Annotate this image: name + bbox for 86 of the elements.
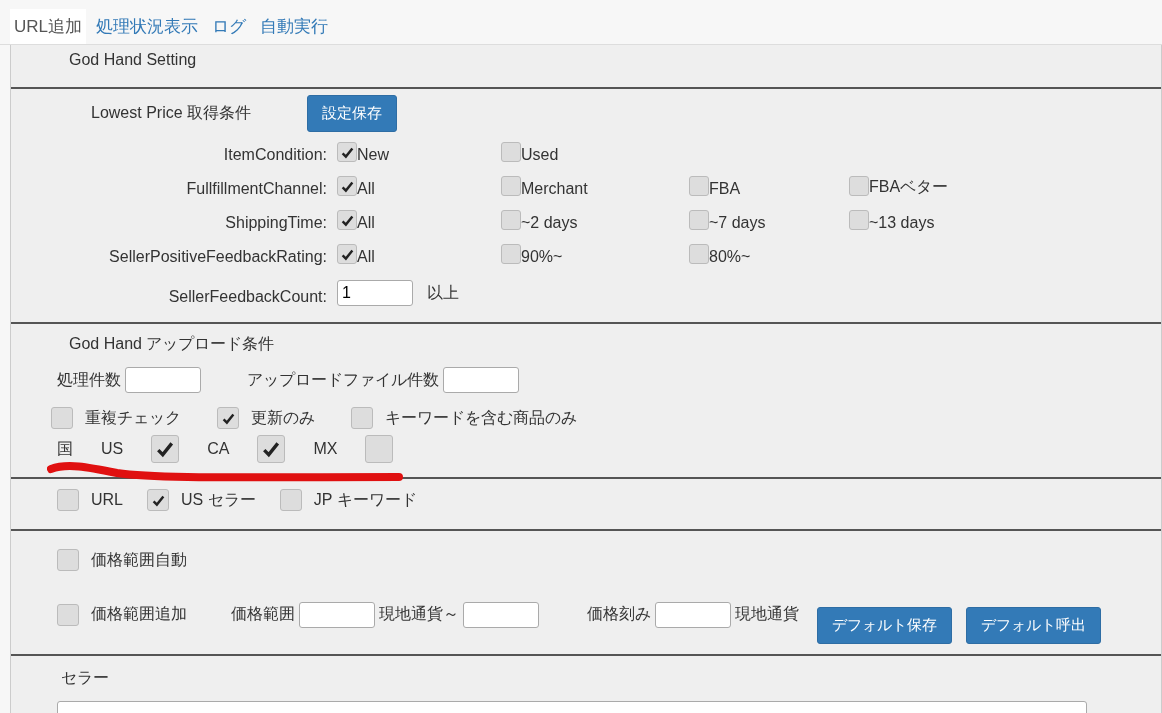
checkbox[interactable] bbox=[351, 407, 373, 429]
check-icon bbox=[151, 493, 165, 507]
option-label: ~13 days bbox=[869, 214, 935, 232]
price-max-field[interactable] bbox=[463, 601, 539, 628]
checkbox[interactable] bbox=[217, 407, 239, 429]
option-label: FBAベター bbox=[869, 177, 949, 197]
default-button[interactable]: デフォルト保存 bbox=[817, 607, 952, 644]
field-label: ShippingTime: bbox=[224, 214, 328, 232]
check-icon bbox=[262, 440, 281, 458]
check-icon bbox=[340, 145, 354, 159]
label-text: キーワードを含む商品のみ bbox=[385, 407, 577, 428]
option-label: All bbox=[357, 214, 375, 232]
label-text: 重複チェック bbox=[85, 407, 181, 428]
field-label: SellerPositiveFeedbackRating: bbox=[108, 248, 328, 266]
check-icon bbox=[221, 411, 235, 425]
checkbox[interactable] bbox=[57, 549, 79, 571]
label-text: 価格刻み bbox=[587, 604, 651, 624]
label-text: US セラー bbox=[181, 489, 256, 510]
tab[interactable]: ログ bbox=[208, 9, 250, 44]
checkbox[interactable] bbox=[689, 244, 709, 264]
checkbox[interactable] bbox=[337, 210, 357, 230]
checkbox[interactable] bbox=[279, 489, 302, 511]
check-icon bbox=[340, 247, 354, 261]
section-title: God Hand Setting bbox=[68, 51, 198, 69]
option-label: 80%~ bbox=[709, 248, 751, 266]
checkbox[interactable] bbox=[501, 142, 521, 162]
label-text: 価格範囲追加 bbox=[91, 604, 187, 624]
checkbox[interactable] bbox=[501, 244, 521, 264]
label-text: 現地通貨～ bbox=[379, 604, 459, 624]
label-text: 価格範囲自動 bbox=[91, 549, 187, 570]
check-icon bbox=[156, 440, 175, 458]
checkbox[interactable] bbox=[689, 210, 709, 230]
label-text: アップロードファイル件数 bbox=[247, 369, 439, 390]
option-label: ~2 days bbox=[521, 214, 578, 232]
option-label: Used bbox=[521, 146, 559, 164]
checkbox[interactable] bbox=[501, 210, 521, 230]
tab[interactable]: 自動実行 bbox=[256, 9, 332, 44]
section-title: God Hand アップロード条件 bbox=[69, 335, 275, 352]
label-text: US bbox=[101, 440, 124, 458]
checkbox[interactable] bbox=[337, 176, 357, 196]
field-label: FullfillmentChannel: bbox=[185, 180, 328, 198]
checkbox[interactable] bbox=[365, 435, 394, 463]
label-text: 現地通貨 bbox=[735, 604, 799, 624]
option-label: All bbox=[357, 180, 375, 198]
field-label: SellerFeedbackCount: bbox=[167, 288, 328, 306]
label-text: 以上 bbox=[427, 282, 459, 303]
feedback-count-field[interactable]: 1 bbox=[337, 280, 413, 306]
option-label: FBA bbox=[709, 180, 741, 198]
checkbox[interactable] bbox=[257, 435, 286, 463]
checkbox[interactable] bbox=[57, 489, 79, 511]
number-field[interactable] bbox=[443, 367, 519, 393]
checkbox[interactable] bbox=[57, 603, 79, 626]
section-title: セラー bbox=[61, 669, 109, 686]
default-button[interactable]: デフォルト呼出 bbox=[966, 607, 1101, 644]
checkbox[interactable] bbox=[147, 489, 169, 511]
label-text: 処理件数 bbox=[57, 369, 121, 390]
field-label: ItemCondition: bbox=[222, 146, 328, 164]
option-label: ~7 days bbox=[709, 214, 766, 232]
number-field[interactable] bbox=[125, 367, 201, 393]
label-text: 更新のみ bbox=[251, 407, 315, 428]
price-min-field[interactable] bbox=[299, 601, 375, 628]
check-icon bbox=[340, 179, 354, 193]
section-title: Lowest Price 取得条件 bbox=[91, 103, 252, 123]
checkbox[interactable] bbox=[849, 176, 869, 196]
checkbox[interactable] bbox=[501, 176, 521, 196]
option-label: Merchant bbox=[521, 180, 588, 198]
label-text: CA bbox=[207, 440, 230, 458]
checkbox[interactable] bbox=[689, 176, 709, 196]
check-icon bbox=[340, 213, 354, 227]
checkbox[interactable] bbox=[337, 142, 357, 162]
checkbox[interactable] bbox=[849, 210, 869, 230]
checkbox[interactable] bbox=[51, 407, 73, 429]
option-label: All bbox=[357, 248, 375, 266]
price-step-field[interactable] bbox=[655, 601, 731, 628]
option-label: 90%~ bbox=[521, 248, 563, 266]
label-text: JP キーワード bbox=[313, 489, 417, 510]
checkbox[interactable] bbox=[151, 435, 180, 463]
label-text: 価格範囲 bbox=[231, 604, 295, 624]
tab[interactable]: URL追加 bbox=[10, 9, 86, 44]
option-label: New bbox=[357, 146, 389, 164]
label-text: MX bbox=[313, 440, 338, 458]
save-settings-button[interactable]: 設定保存 bbox=[307, 95, 398, 132]
label-text: URL bbox=[91, 491, 123, 509]
checkbox[interactable] bbox=[337, 244, 357, 264]
label-text: 国 bbox=[57, 438, 73, 459]
tab[interactable]: 処理状況表示 bbox=[92, 9, 202, 44]
